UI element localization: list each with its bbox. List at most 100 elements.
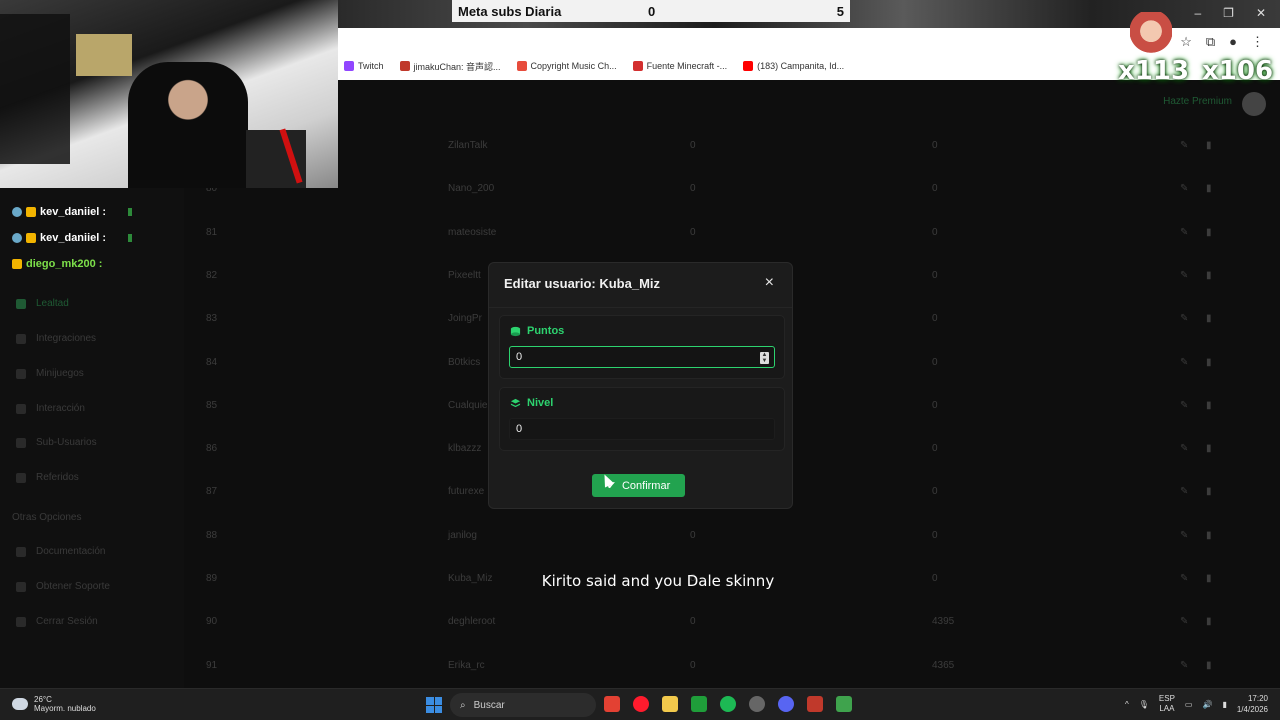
points-field-group: Puntos 0 ▲ ▼ [499,315,785,379]
edit-icon[interactable]: ✎ [1180,616,1188,627]
trash-icon[interactable]: ▮ [1206,530,1212,541]
table-cell-pts: 0 [690,616,696,628]
edit-icon[interactable]: ✎ [1180,443,1188,454]
trash-icon[interactable]: ▮ [1206,140,1212,151]
table-cell-name: janilog [448,529,477,541]
table-row: 80 Nano_200 0 0 ✎ ▮ [184,183,1280,226]
sidebar-item-integraciones[interactable]: Integraciones [16,333,96,344]
bookmark-item[interactable]: Twitch [344,61,384,71]
steam-icon[interactable] [749,696,765,712]
edit-icon[interactable]: ✎ [1180,530,1188,541]
bookmark-item[interactable]: Fuente Minecraft -... [632,61,727,71]
trash-icon[interactable]: ▮ [1206,660,1212,671]
browser-toolbar: ☆ ⧉ ● ⋮ [1180,34,1264,50]
points-input[interactable]: 0 ▲ ▼ [509,346,775,368]
microphone-icon[interactable]: 🎙 [1139,700,1149,709]
modal-title: Editar usuario: Kuba_Miz [504,276,661,291]
opera-icon[interactable] [633,696,649,712]
sidebar-item-referidos[interactable]: Referidos [16,472,79,483]
trash-icon[interactable]: ▮ [1206,357,1212,368]
weather-widget[interactable]: 26°C Mayorm. nublado [12,695,96,713]
table-cell-pts: 0 [690,140,696,151]
bookmark-item[interactable]: (183) Campanita, Id... [743,61,844,71]
premium-link[interactable]: Hazte Premium [1163,96,1232,107]
trash-icon[interactable]: ▮ [1206,616,1212,627]
bookmark-item[interactable]: Copyright Music Ch... [516,61,617,71]
trash-icon[interactable]: ▮ [1206,270,1212,281]
table-cell-num: 91 [206,659,218,671]
trash-icon[interactable]: ▮ [1206,486,1212,497]
extensions-icon[interactable]: ⧉ [1206,34,1215,50]
sidebar-item-minijuegos[interactable]: Minijuegos [16,368,84,379]
table-cell-pts: 0 [690,183,696,195]
sub-badge-icon [12,259,22,269]
minimize-icon[interactable]: – [1194,6,1201,20]
trash-icon[interactable]: ▮ [1206,443,1212,454]
edit-icon[interactable]: ✎ [1180,183,1188,194]
sidebar-item-cerrar-sesion[interactable]: Cerrar Sesión [16,616,98,627]
windows-start-icon[interactable] [426,697,442,713]
games-icon [16,368,26,379]
xbox-icon[interactable] [691,696,707,712]
sidebar-item-interaccion[interactable]: Interacción [16,403,85,414]
close-icon[interactable]: ✕ [1256,6,1266,20]
sub-goal-target: 5 [836,3,844,19]
edit-icon[interactable]: ✎ [1180,140,1188,151]
table-cell-lvl: 0 [932,140,938,151]
edit-icon[interactable]: ✎ [1180,270,1188,281]
spotify-icon[interactable] [720,696,736,712]
music-icon [16,403,26,414]
folder-icon[interactable] [662,696,678,712]
sidebar-item-sub-usuarios[interactable]: Sub-Usuarios [16,437,97,448]
battery-icon[interactable]: ▮ [1222,700,1226,709]
chevron-up-icon[interactable]: ^ [1125,700,1129,709]
layers-icon [510,398,521,407]
bookmark-item[interactable]: jimakuChan: 音声認... [399,60,501,73]
table-cell-lvl: 4395 [932,616,955,628]
bookmark-favicon-icon [399,61,410,71]
menu-icon[interactable]: ⋮ [1251,34,1264,50]
edit-icon[interactable]: ✎ [1180,486,1188,497]
network-icon[interactable]: ▭ [1185,700,1193,709]
language-indicator[interactable]: ESP LAA [1159,694,1175,714]
taskbar-search[interactable]: ⌕ Buscar [450,693,596,717]
sidebar-item-lealtad[interactable]: Lealtad [16,298,69,309]
chrome-icon[interactable] [604,696,620,712]
trash-icon[interactable]: ▮ [1206,313,1212,324]
minecraft-icon[interactable] [836,696,852,712]
trash-icon[interactable]: ▮ [1206,183,1212,194]
table-cell-lvl: 0 [932,486,938,498]
weather-desc: Mayorm. nublado [34,704,96,713]
table-cell-lvl: 0 [932,529,938,541]
stepper-icon[interactable]: ▲ ▼ [760,352,769,364]
discord-icon[interactable] [778,696,794,712]
trash-icon[interactable]: ▮ [1206,227,1212,238]
profile-icon[interactable]: ● [1229,34,1237,50]
volume-icon[interactable]: 🔊 [1202,700,1212,709]
trash-icon[interactable]: ▮ [1206,400,1212,411]
webcam-poster [76,34,132,76]
sidebar-section-heading: Otras Opciones [12,512,82,523]
level-input[interactable]: 0 [509,418,775,440]
sidebar-item-documentacion[interactable]: Documentación [16,546,105,557]
avatar[interactable] [1242,92,1266,116]
star-icon[interactable]: ☆ [1180,34,1192,50]
voicemod-icon[interactable] [807,696,823,712]
combo-multiplier: x113 [1118,56,1190,86]
chat-overlay: kev_daniiel : kev_daniiel : diego_mk200 … [0,180,232,276]
edit-icon[interactable]: ✎ [1180,313,1188,324]
table-cell-lvl: 0 [932,226,938,238]
table-cell-num: 85 [206,399,218,411]
clock[interactable]: 17:20 1/4/2026 [1237,693,1268,715]
edit-icon[interactable]: ✎ [1180,357,1188,368]
document-icon [16,546,26,557]
table-cell-name: B0tkics [448,356,481,368]
level-label: Nivel [510,397,553,409]
edit-icon[interactable]: ✎ [1180,400,1188,411]
cloud-icon [12,698,28,710]
edit-icon[interactable]: ✎ [1180,227,1188,238]
edit-icon[interactable]: ✎ [1180,660,1188,671]
loyalty-icon [16,298,26,309]
maximize-icon[interactable]: ❐ [1223,6,1234,20]
close-modal-button[interactable]: × [765,274,774,292]
